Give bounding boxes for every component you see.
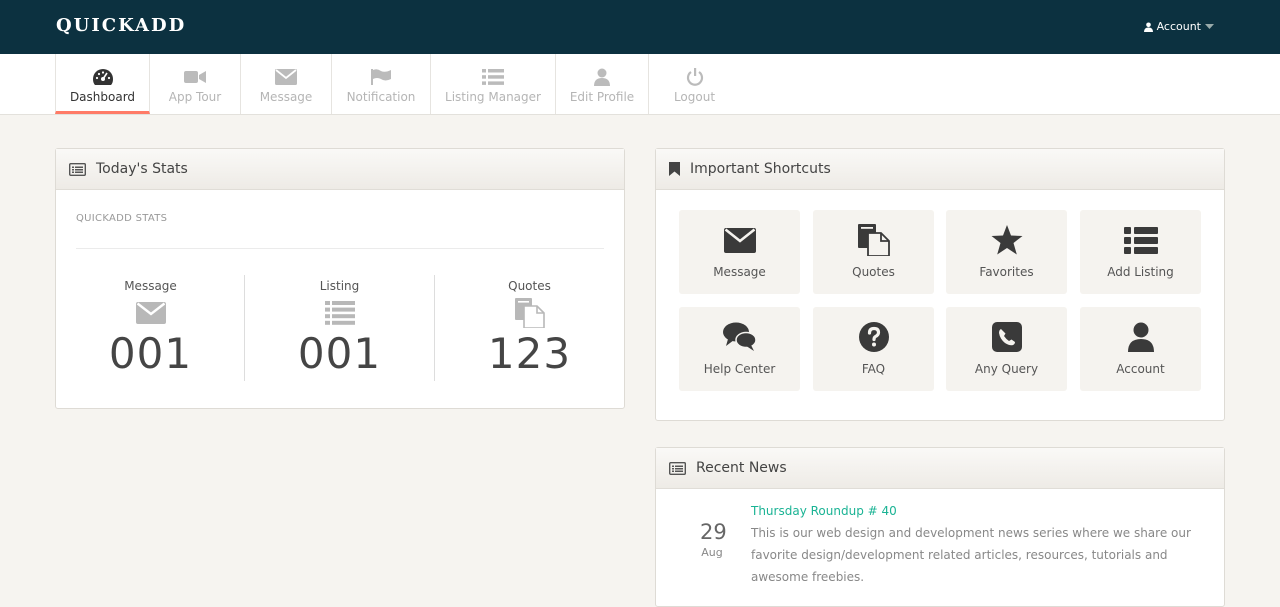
news-date: 29 Aug <box>700 520 727 559</box>
shortcut-quotes[interactable]: Quotes <box>813 210 934 294</box>
nav-listing-manager[interactable]: Listing Manager <box>431 54 556 114</box>
stat-label: Quotes <box>508 279 551 293</box>
shortcut-label: Help Center <box>703 362 776 376</box>
nav-edit-profile[interactable]: Edit Profile <box>556 54 649 114</box>
shortcut-favorites[interactable]: Favorites <box>946 210 1067 294</box>
files-icon <box>857 224 890 256</box>
stats-panel: Today's Stats QUICKADD STATS Message 001… <box>55 148 625 409</box>
stat-label: Message <box>124 279 177 293</box>
stats-subtitle: QUICKADD STATS <box>76 213 168 224</box>
nav-label: Edit Profile <box>569 90 635 104</box>
question-icon <box>858 321 889 353</box>
shortcut-label: FAQ <box>861 362 886 376</box>
nav-label: Message <box>259 90 313 104</box>
shortcut-message[interactable]: Message <box>679 210 800 294</box>
stats-panel-header: Today's Stats <box>56 149 624 190</box>
shortcut-label: Add Listing <box>1107 265 1174 279</box>
stat-label: Listing <box>319 279 360 293</box>
list-alt-icon <box>69 162 86 176</box>
shortcut-label: Any Query <box>974 362 1039 376</box>
stat-message: Message 001 <box>56 275 245 381</box>
caret-down-icon <box>1205 23 1214 30</box>
user-icon <box>1127 321 1154 353</box>
top-bar: QUICKADD Account <box>0 0 1280 54</box>
news-day: 29 <box>700 520 727 544</box>
nav-label: Logout <box>673 90 716 104</box>
shortcut-help-center[interactable]: Help Center <box>679 307 800 391</box>
account-menu[interactable]: Account <box>1143 20 1214 33</box>
envelope-icon <box>135 299 166 327</box>
news-month: Aug <box>701 546 723 559</box>
divider <box>76 248 604 249</box>
nav-app-tour[interactable]: App Tour <box>150 54 241 114</box>
panel-title: Today's Stats <box>96 161 188 177</box>
shortcut-label: Favorites <box>979 265 1034 279</box>
news-title-link[interactable]: Thursday Roundup # 40 <box>751 504 897 518</box>
shortcut-label: Message <box>713 265 766 279</box>
panel-title: Recent News <box>696 460 787 476</box>
account-label: Account <box>1156 20 1201 33</box>
news-panel-header: Recent News <box>656 448 1224 489</box>
envelope-icon <box>275 67 297 87</box>
shortcut-faq[interactable]: FAQ <box>813 307 934 391</box>
list-icon <box>1123 224 1158 256</box>
user-icon <box>594 67 610 87</box>
nav-label: App Tour <box>168 90 222 104</box>
stat-value: 123 <box>487 329 572 378</box>
files-icon <box>514 298 545 328</box>
nav-label: Dashboard <box>69 90 136 104</box>
comments-icon <box>722 321 757 353</box>
shortcut-any-query[interactable]: Any Query <box>946 307 1067 391</box>
list-alt-icon <box>669 461 686 475</box>
stat-value: 001 <box>297 329 382 378</box>
panel-title: Important Shortcuts <box>690 161 831 177</box>
stat-listing: Listing 001 <box>245 275 434 381</box>
nav-logout[interactable]: Logout <box>649 54 740 114</box>
dashboard-icon <box>92 67 114 87</box>
shortcut-add-listing[interactable]: Add Listing <box>1080 210 1201 294</box>
star-icon <box>991 224 1023 256</box>
list-icon <box>324 299 355 327</box>
flag-icon <box>371 67 391 87</box>
nav-message[interactable]: Message <box>241 54 332 114</box>
shortcuts-panel-header: Important Shortcuts <box>656 149 1224 190</box>
nav-label: Listing Manager <box>445 90 541 104</box>
brand-logo[interactable]: QUICKADD <box>56 15 186 36</box>
video-camera-icon <box>184 67 206 87</box>
phone-icon <box>991 321 1022 353</box>
news-panel: Recent News 29 Aug Thursday Roundup # 40… <box>655 447 1225 607</box>
stat-value: 001 <box>108 329 193 378</box>
news-excerpt: This is our web design and development n… <box>751 526 1191 584</box>
nav-notification[interactable]: Notification <box>332 54 431 114</box>
nav-label: Notification <box>346 90 416 104</box>
stat-quotes: Quotes 123 <box>435 275 624 381</box>
main-nav: Dashboard App Tour Message Notification … <box>0 54 1280 115</box>
envelope-icon <box>723 224 756 256</box>
shortcut-account[interactable]: Account <box>1080 307 1201 391</box>
bookmark-icon <box>669 162 680 176</box>
shortcut-label: Quotes <box>852 265 895 279</box>
power-icon <box>686 67 704 87</box>
list-icon <box>482 67 504 87</box>
shortcut-label: Account <box>1116 362 1165 376</box>
shortcuts-panel: Important Shortcuts Message Quotes Favor… <box>655 148 1225 421</box>
nav-dashboard[interactable]: Dashboard <box>55 54 150 114</box>
user-icon <box>1143 22 1153 32</box>
